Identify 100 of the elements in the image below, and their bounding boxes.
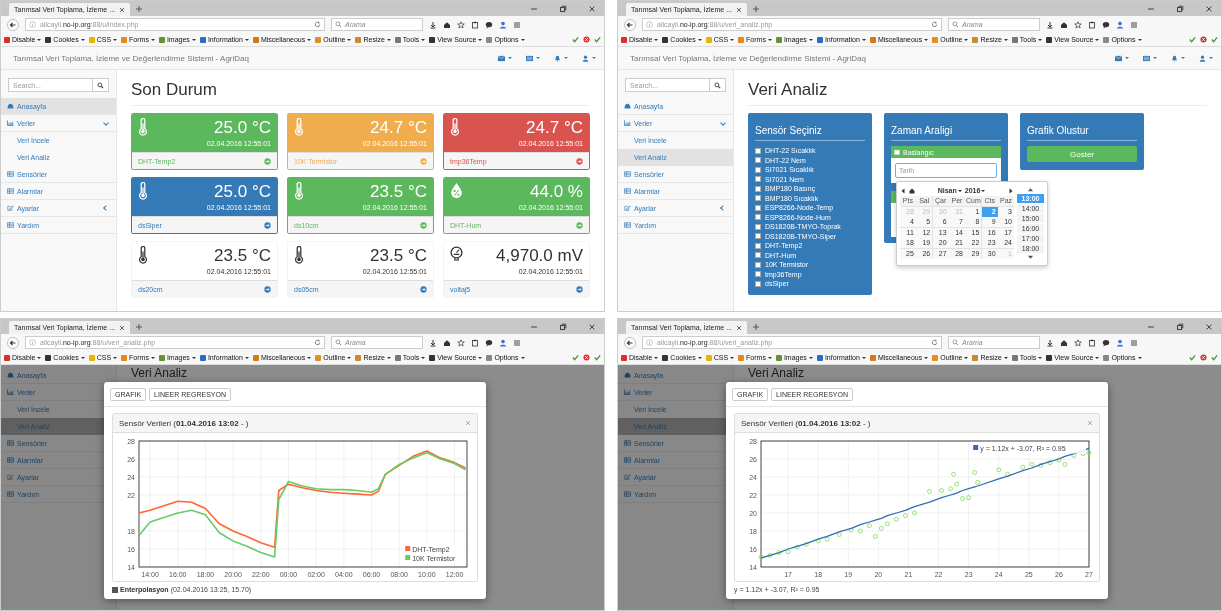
new-tab-icon[interactable] bbox=[135, 4, 144, 13]
checkbox[interactable] bbox=[755, 166, 761, 173]
checkbox[interactable] bbox=[755, 157, 761, 164]
chat-bubble-icon[interactable] bbox=[485, 338, 493, 347]
user-dropdown[interactable] bbox=[582, 54, 596, 62]
clipboard-icon[interactable] bbox=[471, 338, 479, 347]
previous-month-icon[interactable] bbox=[900, 187, 906, 194]
menu-icon[interactable] bbox=[1130, 20, 1138, 29]
checkbox[interactable] bbox=[755, 280, 761, 287]
panel-title: Grafik Olustur bbox=[1027, 125, 1137, 141]
checkbox[interactable] bbox=[755, 233, 761, 240]
menu-icon[interactable] bbox=[1130, 338, 1138, 347]
new-tab-icon[interactable] bbox=[135, 322, 144, 331]
checkbox[interactable] bbox=[755, 242, 761, 249]
reload-icon[interactable] bbox=[931, 21, 938, 28]
back-icon[interactable] bbox=[624, 18, 636, 31]
checkbox[interactable] bbox=[755, 271, 761, 278]
restore-icon[interactable] bbox=[559, 322, 567, 331]
chat-bubble-icon[interactable] bbox=[1102, 338, 1110, 347]
arrow-circle-icon[interactable] bbox=[576, 285, 583, 293]
checkbox[interactable] bbox=[755, 185, 761, 192]
close-icon[interactable] bbox=[588, 322, 596, 331]
download-icon[interactable] bbox=[1046, 338, 1054, 347]
user-avatar-icon[interactable] bbox=[1116, 20, 1124, 29]
tasks-dropdown[interactable] bbox=[1143, 54, 1157, 62]
back-icon[interactable] bbox=[7, 18, 19, 31]
search-button[interactable] bbox=[93, 78, 109, 92]
close-icon[interactable] bbox=[1205, 322, 1213, 331]
arrow-circle-icon[interactable] bbox=[264, 285, 271, 293]
reload-icon[interactable] bbox=[931, 339, 938, 346]
star-icon[interactable] bbox=[1074, 20, 1082, 29]
new-tab-icon[interactable] bbox=[752, 4, 761, 13]
caret-icon bbox=[1125, 57, 1129, 59]
close-icon[interactable] bbox=[119, 6, 126, 13]
clipboard-icon[interactable] bbox=[1088, 338, 1096, 347]
caret-icon bbox=[697, 356, 702, 359]
caret-icon bbox=[808, 38, 813, 41]
close-icon[interactable] bbox=[588, 4, 596, 13]
tasks-dropdown[interactable] bbox=[526, 54, 540, 62]
tool-icon bbox=[88, 354, 95, 361]
close-icon[interactable] bbox=[736, 6, 743, 13]
user-avatar-icon[interactable] bbox=[499, 338, 507, 347]
sensor-value: 24.7 °C bbox=[370, 118, 427, 137]
restore-icon[interactable] bbox=[559, 4, 567, 13]
reload-icon[interactable] bbox=[314, 339, 321, 346]
new-tab-icon[interactable] bbox=[752, 322, 761, 331]
reload-icon[interactable] bbox=[314, 21, 321, 28]
checkbox[interactable] bbox=[755, 223, 761, 230]
menu-icon[interactable] bbox=[513, 338, 521, 347]
close-icon[interactable] bbox=[119, 324, 126, 331]
home-icon[interactable] bbox=[443, 338, 451, 347]
checkbox[interactable] bbox=[755, 261, 761, 268]
table-icon bbox=[7, 171, 14, 177]
search-button[interactable] bbox=[710, 78, 726, 92]
restore-icon[interactable] bbox=[1176, 4, 1184, 13]
arrow-circle-icon[interactable] bbox=[264, 221, 271, 229]
alerts-dropdown[interactable] bbox=[554, 54, 568, 62]
messages-dropdown[interactable] bbox=[498, 54, 512, 62]
sensor-value: 24.7 °C bbox=[526, 118, 583, 137]
chat-bubble-icon[interactable] bbox=[1102, 20, 1110, 29]
home-icon[interactable] bbox=[909, 187, 915, 194]
checkbox[interactable] bbox=[755, 214, 761, 221]
back-icon[interactable] bbox=[624, 336, 636, 349]
arrow-circle-icon[interactable] bbox=[420, 285, 427, 293]
home-icon[interactable] bbox=[1060, 20, 1068, 29]
user-avatar-icon[interactable] bbox=[1116, 338, 1124, 347]
arrow-circle-icon[interactable] bbox=[576, 157, 583, 165]
checkbox[interactable] bbox=[755, 176, 761, 183]
sensor-value: 23.5 °C bbox=[370, 182, 427, 201]
home-icon[interactable] bbox=[1060, 338, 1068, 347]
scroll-down-icon[interactable] bbox=[1027, 255, 1034, 260]
user-dropdown[interactable] bbox=[1199, 54, 1213, 62]
download-icon[interactable] bbox=[429, 20, 437, 29]
tool-icon bbox=[355, 354, 362, 361]
back-icon[interactable] bbox=[7, 336, 19, 349]
star-icon[interactable] bbox=[457, 338, 465, 347]
clipboard-icon[interactable] bbox=[471, 20, 479, 29]
checkbox[interactable] bbox=[755, 147, 761, 154]
alerts-dropdown[interactable] bbox=[1171, 54, 1185, 62]
star-icon[interactable] bbox=[457, 20, 465, 29]
home-icon[interactable] bbox=[443, 20, 451, 29]
star-icon[interactable] bbox=[1074, 338, 1082, 347]
clipboard-icon[interactable] bbox=[1088, 20, 1096, 29]
messages-dropdown[interactable] bbox=[1115, 54, 1129, 62]
close-icon[interactable] bbox=[736, 324, 743, 331]
scroll-up-icon[interactable] bbox=[1027, 187, 1034, 192]
checkbox[interactable] bbox=[755, 252, 761, 259]
menu-icon[interactable] bbox=[513, 20, 521, 29]
download-icon[interactable] bbox=[429, 338, 437, 347]
close-icon[interactable] bbox=[1205, 4, 1213, 13]
download-icon[interactable] bbox=[1046, 20, 1054, 29]
checkbox[interactable] bbox=[112, 586, 118, 593]
caret-icon bbox=[347, 356, 352, 359]
tool-icon bbox=[394, 36, 401, 43]
checkbox[interactable] bbox=[755, 204, 761, 211]
chat-bubble-icon[interactable] bbox=[485, 20, 493, 29]
caret-icon bbox=[37, 38, 42, 41]
checkbox[interactable] bbox=[755, 195, 761, 202]
user-avatar-icon[interactable] bbox=[499, 20, 507, 29]
restore-icon[interactable] bbox=[1176, 322, 1184, 331]
